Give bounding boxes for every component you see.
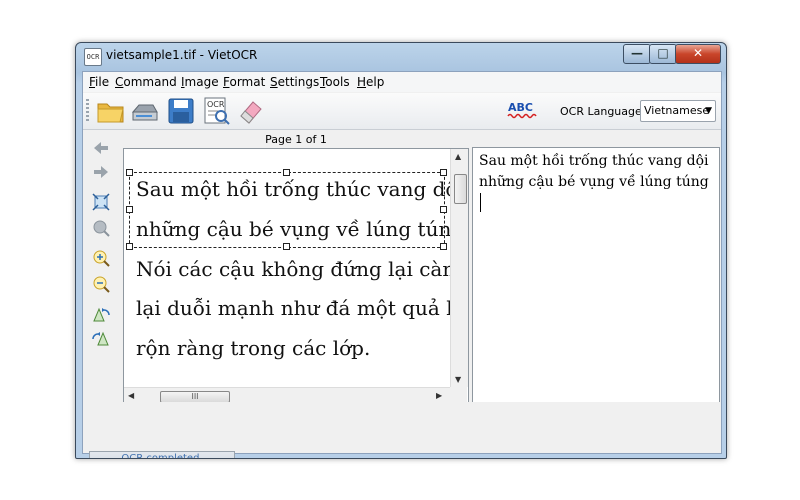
save-icon (168, 98, 194, 124)
fit-to-window-icon (92, 193, 110, 211)
spellcheck-icon-text: ABC (508, 101, 533, 114)
page-label: Page 1 of 1 (265, 133, 327, 146)
selection-handle[interactable] (440, 243, 447, 250)
toolbar-grip[interactable] (86, 99, 89, 123)
selection-handle[interactable] (126, 169, 133, 176)
menu-bar: File Command Image Format Settings Tools… (83, 72, 721, 92)
rotate-left-button[interactable] (91, 304, 111, 324)
scan-button[interactable] (129, 96, 161, 126)
vietocr-app-icon[interactable]: OCR (84, 48, 102, 66)
menu-settings[interactable]: Settings (270, 75, 319, 89)
ocr-text-area[interactable]: Sau một hồi trống thúc vang dội những cậ… (472, 147, 720, 438)
ocr-document-icon: OCR (204, 97, 230, 125)
ocr-language-value: Vietnamese (644, 104, 710, 117)
folder-icon (97, 103, 124, 123)
menu-tools[interactable]: Tools (320, 75, 350, 89)
image-view[interactable]: Sau một hồi trống thúc vang dội c những … (123, 148, 469, 404)
image-panel: Page 1 of 1 Sau một hồi trống thúc vang … (123, 130, 469, 404)
scroll-left-icon[interactable]: ◀ (128, 391, 134, 400)
ocr-result-line: Sau một hồi trống thúc vang dội (479, 153, 709, 169)
selection-handle[interactable] (283, 169, 290, 176)
actual-size-button[interactable] (91, 218, 111, 238)
selection-handle[interactable] (440, 169, 447, 176)
menu-file[interactable]: File (89, 75, 109, 89)
rotate-left-icon (93, 307, 110, 322)
selection-handle[interactable] (126, 243, 133, 250)
spellcheck-button[interactable]: ABC (507, 98, 539, 128)
zoom-out-button[interactable] (91, 274, 111, 294)
client-area: File Command Image Format Settings Tools… (82, 71, 722, 458)
title-bar[interactable]: OCR vietsample1.tif - VietOCR — □ ✕ (76, 43, 726, 69)
eraser-icon (240, 101, 262, 124)
minimize-button[interactable]: — (623, 44, 651, 64)
app-window: OCR vietsample1.tif - VietOCR — □ ✕ File… (75, 42, 727, 459)
selection-handle[interactable] (126, 206, 133, 213)
ocr-icon-text: OCR (207, 100, 225, 109)
ocr-button[interactable]: OCR (201, 96, 233, 126)
close-button[interactable]: ✕ (675, 44, 721, 64)
save-button[interactable] (165, 96, 197, 126)
eraser-button[interactable] (235, 96, 267, 126)
arrow-left-icon (94, 142, 108, 154)
image-text-line: Nói các cậu không đứng lại càng (136, 257, 469, 281)
menu-command[interactable]: Command (115, 75, 177, 89)
selection-box[interactable] (126, 169, 447, 250)
next-page-button[interactable] (91, 162, 111, 182)
selection-handle[interactable] (440, 206, 447, 213)
text-caret (480, 193, 481, 212)
zoom-in-icon (93, 250, 110, 267)
zoom-out-icon (93, 276, 110, 293)
scanner-icon (131, 104, 158, 121)
spellcheck-icon: ABC (507, 101, 537, 119)
arrow-right-icon (94, 166, 108, 178)
scroll-up-icon[interactable]: ▲ (455, 152, 461, 161)
ocr-language-select[interactable]: Vietnamese ▼ (640, 100, 716, 122)
side-toolbar (83, 130, 121, 402)
rotate-right-icon (92, 331, 109, 346)
selection-handle[interactable] (283, 243, 290, 250)
vertical-scrollbar[interactable]: ▲ ▼ (450, 149, 468, 387)
scroll-right-icon[interactable]: ▶ (436, 391, 442, 400)
main-toolbar: OCR ABC OCR Language Vietnamese ▼ (83, 93, 721, 130)
ocr-language-label: OCR Language (560, 105, 642, 118)
magnifier-icon (93, 220, 110, 237)
zoom-in-button[interactable] (91, 248, 111, 268)
menu-format[interactable]: Format (223, 75, 265, 89)
scroll-corner (450, 387, 467, 403)
status-message: OCR completed. (89, 451, 235, 458)
maximize-button[interactable]: □ (649, 44, 677, 64)
ocr-result-line: những cậu bé vụng về lúng túng (479, 174, 709, 190)
vertical-scroll-thumb[interactable] (454, 174, 467, 204)
image-text-line: rộn ràng trong các lớp. (136, 336, 371, 360)
menu-image[interactable]: Image (181, 75, 219, 89)
status-bar: OCR completed. (83, 402, 721, 458)
previous-page-button[interactable] (91, 138, 111, 158)
rotate-right-button[interactable] (91, 328, 111, 348)
scroll-down-icon[interactable]: ▼ (455, 375, 461, 384)
fit-image-button[interactable] (91, 192, 111, 212)
image-text-line: lại duỗi mạnh như đá một quả ban (136, 296, 469, 320)
window-title: vietsample1.tif - VietOCR (106, 48, 258, 62)
menu-help[interactable]: Help (357, 75, 384, 89)
open-folder-button[interactable] (95, 96, 127, 126)
dropdown-arrow-icon: ▼ (705, 106, 712, 116)
